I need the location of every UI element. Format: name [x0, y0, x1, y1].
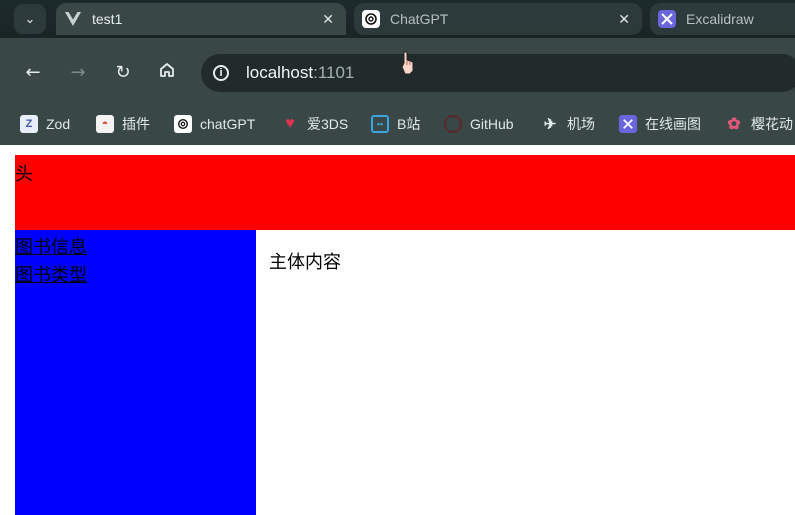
- vue-icon: [64, 10, 82, 28]
- sidebar-link-book-type[interactable]: 图书类型: [15, 261, 87, 287]
- url-text: localhost:1101: [246, 63, 354, 83]
- zod-icon: Z: [20, 115, 38, 133]
- arrow-right-icon: →: [70, 61, 86, 83]
- tab-chatgpt[interactable]: ChatGPT ✕: [354, 3, 642, 35]
- tab-search-button[interactable]: ⌄: [14, 4, 46, 34]
- bookmark-label: 在线画图: [645, 116, 701, 132]
- bilibili-icon: ••: [371, 115, 389, 133]
- mouse-cursor-icon: [401, 51, 414, 75]
- bookmark-label: 爱3DS: [307, 116, 349, 132]
- bookmark-label: B站: [397, 116, 421, 132]
- address-bar[interactable]: i localhost:1101: [201, 54, 795, 92]
- chatgpt-icon: [174, 115, 192, 133]
- bookmark-sakura[interactable]: ✿ 樱花动: [725, 110, 793, 138]
- plane-icon: ✈: [543, 116, 557, 133]
- header-text: 头: [15, 164, 33, 185]
- tab-excalidraw[interactable]: Excalidraw: [650, 3, 795, 35]
- tab-title: Excalidraw: [686, 11, 754, 27]
- home-icon: [158, 61, 176, 84]
- extension-icon: ◓: [96, 115, 114, 133]
- sidebar-link-book-info[interactable]: 图书信息: [15, 233, 87, 259]
- site-info-icon[interactable]: i: [213, 65, 229, 81]
- sidebar: 图书信息 图书类型: [15, 230, 256, 515]
- page-header: 头: [15, 155, 795, 230]
- page-viewport: 头 图书信息 图书类型 主体内容: [0, 145, 795, 515]
- tab-title: test1: [92, 11, 123, 27]
- home-button[interactable]: [155, 60, 179, 84]
- excalidraw-icon: [619, 115, 637, 133]
- chatgpt-icon: [362, 10, 380, 28]
- bookmark-3ds[interactable]: ♥ 爱3DS: [281, 110, 348, 138]
- tab-test1[interactable]: test1 ✕: [56, 3, 346, 35]
- main-content-text: 主体内容: [269, 252, 341, 273]
- bookmark-label: GitHub: [470, 116, 514, 132]
- github-icon: [444, 115, 462, 133]
- reload-icon: ↻: [115, 61, 131, 83]
- bookmark-bilibili[interactable]: •• B站: [371, 110, 420, 138]
- tab-title: ChatGPT: [390, 11, 449, 27]
- browser-chrome: ⌄ test1 ✕ ChatGPT ✕ Excalidraw ← → ↻ i l…: [0, 0, 795, 145]
- tab-strip: ⌄ test1 ✕ ChatGPT ✕ Excalidraw: [0, 0, 795, 38]
- bookmark-label: 樱花动: [751, 116, 793, 132]
- bookmark-zod[interactable]: Z Zod: [20, 110, 70, 138]
- bookmark-label: 插件: [122, 116, 150, 132]
- toolbar: ← → ↻ i localhost:1101: [0, 38, 795, 106]
- close-icon[interactable]: ✕: [322, 11, 334, 28]
- url-port: :1101: [313, 63, 355, 82]
- back-button[interactable]: ←: [21, 60, 45, 84]
- bookmark-airport[interactable]: ✈ 机场: [541, 110, 595, 138]
- arrow-left-icon: ←: [25, 61, 41, 83]
- bookmark-extensions[interactable]: ◓ 插件: [96, 110, 150, 138]
- main-content: 主体内容: [256, 230, 795, 515]
- sakura-icon: ✿: [727, 116, 741, 133]
- reload-button[interactable]: ↻: [111, 60, 135, 84]
- forward-button[interactable]: →: [66, 60, 90, 84]
- bookmark-github[interactable]: GitHub: [444, 110, 514, 138]
- chevron-down-icon: ⌄: [24, 11, 36, 27]
- bookmark-label: 机场: [567, 116, 595, 132]
- bookmark-chatgpt[interactable]: chatGPT: [174, 110, 255, 138]
- bookmark-label: Zod: [46, 116, 71, 132]
- bookmark-online-drawing[interactable]: 在线画图: [619, 110, 701, 138]
- bookmark-label: chatGPT: [200, 116, 256, 132]
- excalidraw-icon: [658, 10, 676, 28]
- heart-gem-icon: ♥: [285, 115, 295, 132]
- close-icon[interactable]: ✕: [618, 11, 630, 28]
- url-host: localhost: [246, 63, 314, 82]
- bookmarks-bar: Z Zod ◓ 插件 chatGPT ♥ 爱3DS •• B站 GitHub ✈…: [0, 106, 795, 145]
